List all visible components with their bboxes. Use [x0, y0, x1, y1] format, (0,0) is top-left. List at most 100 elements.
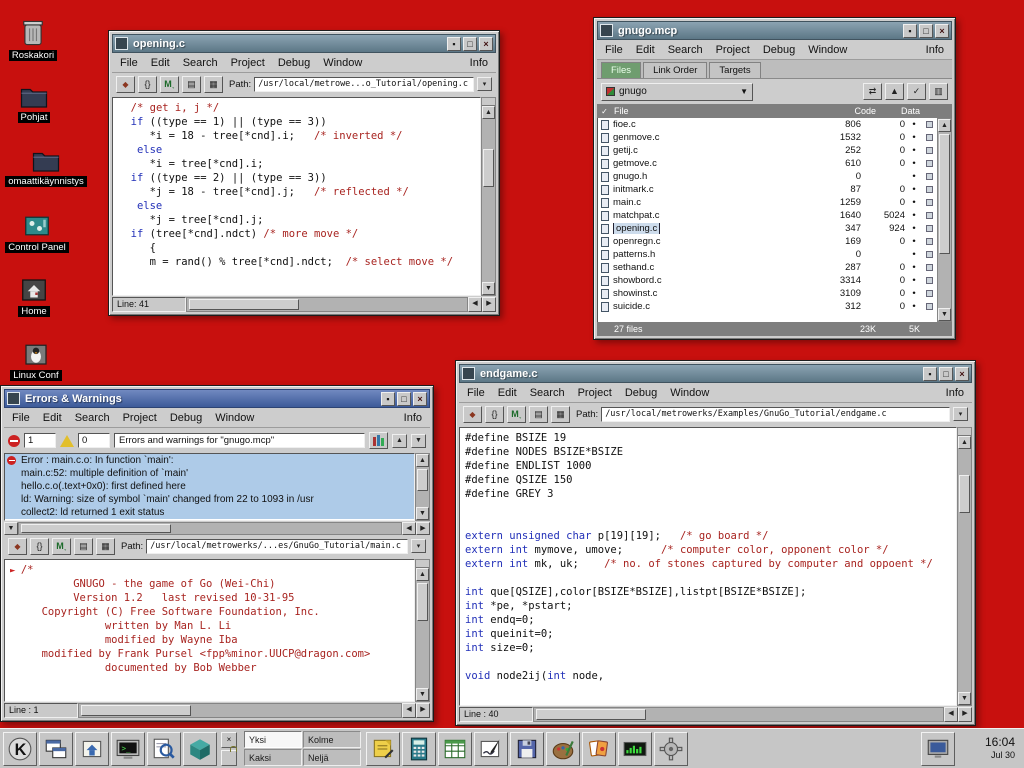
- menu-info[interactable]: Info: [404, 412, 422, 424]
- path-menu-button[interactable]: ▾: [411, 539, 426, 553]
- desktop-icon-control-panel[interactable]: Control Panel: [2, 212, 72, 253]
- file-name[interactable]: matchpat.c: [613, 210, 659, 221]
- document-icon[interactable]: ▤: [529, 406, 548, 423]
- target-selector[interactable]: gnugo ▼: [601, 83, 753, 101]
- scroll-down-arrow[interactable]: ▼: [482, 282, 495, 295]
- file-name[interactable]: fioe.c: [613, 119, 636, 130]
- project-file-row[interactable]: gnugo.h0•: [598, 170, 937, 183]
- floppy-button[interactable]: [510, 732, 544, 766]
- braces-icon[interactable]: {}: [30, 538, 49, 555]
- menu-window[interactable]: Window: [215, 412, 254, 424]
- file-name[interactable]: suicide.c: [613, 301, 650, 312]
- desktop-icon-autostart[interactable]: omaattikäynnistys: [0, 148, 92, 187]
- file-name[interactable]: getmove.c: [613, 158, 657, 169]
- lock-icon[interactable]: ▦: [96, 538, 115, 555]
- scroll-right-arrow[interactable]: ▶: [482, 297, 496, 312]
- column-file[interactable]: File: [612, 106, 830, 116]
- window-menu-icon[interactable]: [7, 392, 20, 405]
- menu-window[interactable]: Window: [323, 57, 362, 69]
- desktop-icon-trash[interactable]: Roskakori: [4, 18, 62, 61]
- metrowerks-icon[interactable]: ◆: [463, 406, 482, 423]
- scroll-down-arrow[interactable]: ▼: [938, 308, 951, 321]
- compile-button[interactable]: ▲: [885, 83, 904, 100]
- menu-project[interactable]: Project: [231, 57, 265, 69]
- project-file-row[interactable]: showbord.c33140•: [598, 274, 937, 287]
- document-icon[interactable]: ▤: [182, 76, 201, 93]
- settings-button[interactable]: [654, 732, 688, 766]
- spreadsheet-button[interactable]: [438, 732, 472, 766]
- pane-down-button[interactable]: ▼: [411, 434, 426, 448]
- titlebar[interactable]: endgame.c ▪ □ ×: [459, 364, 972, 383]
- desktop-icon-pohjat[interactable]: Pohjat: [6, 84, 62, 123]
- scroll-thumb[interactable]: [959, 475, 970, 513]
- lock-screen-button[interactable]: [221, 750, 237, 766]
- window-menu-icon[interactable]: [115, 37, 128, 50]
- error-list[interactable]: Error : main.c.o: In function `main': ma…: [4, 453, 415, 521]
- project-file-row[interactable]: suicide.c3120•: [598, 300, 937, 313]
- lock-icon[interactable]: ▦: [551, 406, 570, 423]
- details-button[interactable]: ▥: [929, 83, 948, 100]
- menu-project[interactable]: Project: [716, 44, 750, 56]
- project-file-row[interactable]: fioe.c8060•: [598, 118, 937, 131]
- metrowerks-icon[interactable]: ◆: [116, 76, 135, 93]
- minimize-button[interactable]: ▪: [381, 392, 395, 406]
- vertical-scrollbar[interactable]: ▲ ▼: [415, 453, 430, 521]
- pager-desktop-1[interactable]: Yksi: [244, 731, 302, 748]
- file-name[interactable]: showinst.c: [613, 288, 657, 299]
- desktop-icon-home[interactable]: Home: [10, 276, 58, 317]
- scroll-thumb[interactable]: [483, 149, 494, 187]
- home-folder-button[interactable]: [75, 732, 109, 766]
- error-line[interactable]: hello.c.o(.text+0x0): first defined here: [5, 480, 414, 493]
- file-name[interactable]: main.c: [613, 197, 641, 208]
- scroll-track[interactable]: [416, 581, 429, 688]
- menu-info[interactable]: Info: [926, 44, 944, 56]
- split-toggle-button[interactable]: ▼: [4, 522, 18, 535]
- tab-targets[interactable]: Targets: [709, 62, 760, 78]
- path-menu-button[interactable]: ▾: [953, 407, 968, 421]
- window-menu-icon[interactable]: [600, 24, 613, 37]
- minimize-button[interactable]: ▪: [923, 367, 937, 381]
- menu-edit[interactable]: Edit: [151, 57, 170, 69]
- scroll-thumb[interactable]: [189, 299, 299, 310]
- clock[interactable]: 16:04 Jul 30: [957, 736, 1021, 760]
- pane-up-button[interactable]: ▲: [392, 434, 407, 448]
- menu-edit[interactable]: Edit: [498, 387, 517, 399]
- menu-window[interactable]: Window: [808, 44, 847, 56]
- pager-desktop-3[interactable]: Kolme: [303, 731, 361, 748]
- cards-button[interactable]: [582, 732, 616, 766]
- system-meter-button[interactable]: [618, 732, 652, 766]
- window-list-button[interactable]: [39, 732, 73, 766]
- file-name[interactable]: openregn.c: [613, 236, 661, 247]
- scroll-down-arrow[interactable]: ▼: [416, 507, 429, 520]
- kmenu-button[interactable]: K: [3, 732, 37, 766]
- path-menu-button[interactable]: ▾: [477, 77, 492, 91]
- menu-debug[interactable]: Debug: [625, 387, 657, 399]
- scroll-left-arrow[interactable]: ◀: [402, 703, 416, 718]
- scroll-track[interactable]: [938, 132, 951, 308]
- menu-project[interactable]: Project: [123, 412, 157, 424]
- menu-search[interactable]: Search: [530, 387, 565, 399]
- scroll-left-arrow[interactable]: ◀: [468, 297, 482, 312]
- vertical-scrollbar[interactable]: ▲ ▼: [957, 427, 972, 706]
- project-file-row[interactable]: showinst.c31090•: [598, 287, 937, 300]
- file-name[interactable]: genmove.c: [613, 132, 659, 143]
- scroll-thumb[interactable]: [81, 705, 191, 716]
- project-file-row[interactable]: matchpat.c16405024•: [598, 209, 937, 222]
- scroll-left-arrow[interactable]: ◀: [944, 707, 958, 722]
- find-files-button[interactable]: [147, 732, 181, 766]
- close-button[interactable]: ×: [955, 367, 969, 381]
- scroll-track[interactable]: [416, 467, 429, 507]
- scroll-up-arrow[interactable]: ▲: [416, 568, 429, 581]
- library-button[interactable]: [369, 432, 388, 449]
- close-button[interactable]: ×: [935, 24, 949, 38]
- pane-splitter[interactable]: [416, 560, 429, 568]
- menu-file[interactable]: File: [605, 44, 623, 56]
- close-button[interactable]: ×: [413, 392, 427, 406]
- minimize-button[interactable]: ▪: [447, 37, 461, 51]
- maximize-button[interactable]: □: [397, 392, 411, 406]
- scroll-right-arrow[interactable]: ▶: [416, 703, 430, 718]
- project-file-row[interactable]: sethand.c2870•: [598, 261, 937, 274]
- project-file-row[interactable]: getij.c2520•: [598, 144, 937, 157]
- sync-button[interactable]: ⇄: [863, 83, 882, 100]
- scroll-up-arrow[interactable]: ▲: [416, 454, 429, 467]
